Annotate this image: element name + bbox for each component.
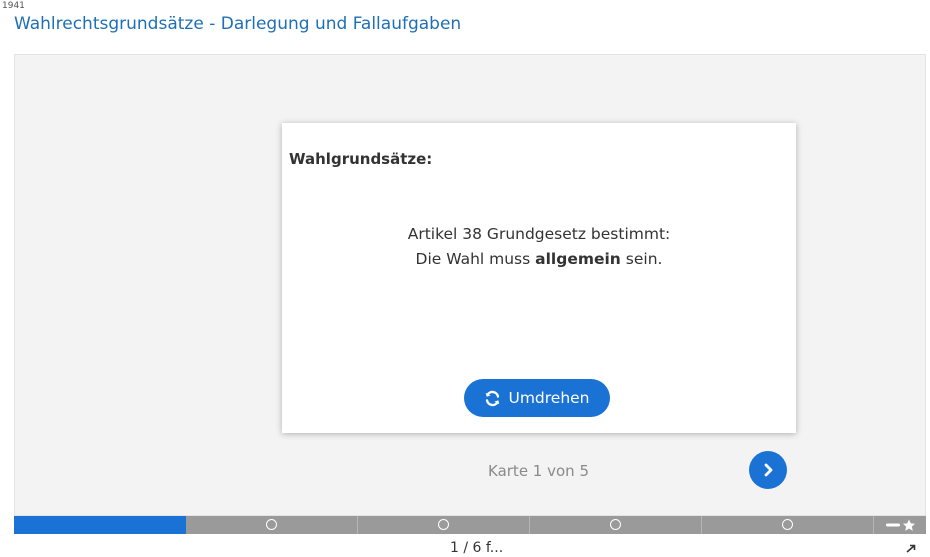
circle-icon: [781, 519, 793, 530]
next-card-button[interactable]: [749, 451, 787, 489]
circle-icon: [265, 519, 277, 530]
card-text-emphasis: allgemein: [535, 250, 621, 268]
card-counter: Karte 1 von 5: [488, 462, 589, 480]
progress-segment-2[interactable]: [186, 516, 358, 534]
star-icon: [884, 518, 916, 532]
progress-summary-segment[interactable]: [874, 516, 926, 534]
card-text: Artikel 38 Grundgesetz bestimmt: Die Wah…: [282, 222, 796, 272]
progress-bar: [14, 516, 926, 534]
progress-segment-4[interactable]: [530, 516, 702, 534]
flashcard-stage: Wahlgrundsätze: Artikel 38 Grundgesetz b…: [14, 54, 926, 516]
page-title: Wahlrechtsgrundsätze - Darlegung und Fal…: [14, 14, 462, 34]
progress-segment-3[interactable]: [358, 516, 530, 534]
flip-button-label: Umdrehen: [508, 389, 590, 407]
circle-icon: [437, 519, 449, 530]
expand-icon[interactable]: [904, 538, 916, 557]
refresh-icon: [484, 390, 501, 407]
page-id-label: 1941: [2, 1, 25, 11]
card-heading: Wahlgrundsätze:: [289, 150, 433, 168]
progress-segment-1[interactable]: [14, 516, 186, 534]
card-text-suffix: sein.: [620, 250, 663, 268]
flashcard: Wahlgrundsätze: Artikel 38 Grundgesetz b…: [282, 123, 796, 433]
progress-segment-5[interactable]: [702, 516, 874, 534]
card-text-line-2: Die Wahl muss allgemein sein.: [282, 247, 796, 272]
flip-button[interactable]: Umdrehen: [464, 379, 610, 417]
circle-icon: [609, 519, 621, 530]
card-text-prefix: Die Wahl muss: [415, 250, 536, 268]
card-text-line-1: Artikel 38 Grundgesetz bestimmt:: [407, 225, 671, 243]
footer-partial-text: 1 / 6 f...: [450, 540, 504, 556]
chevron-right-icon: [760, 462, 776, 478]
